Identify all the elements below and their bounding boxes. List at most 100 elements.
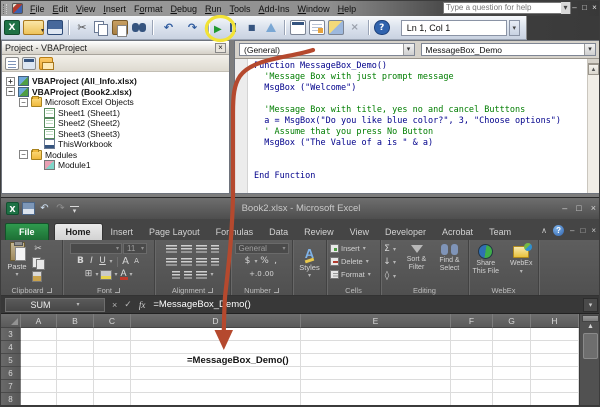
- dialog-launcher-icon[interactable]: [115, 288, 120, 293]
- minimize-workbook-button[interactable]: –: [570, 226, 574, 236]
- cell-H7[interactable]: [531, 380, 579, 393]
- menu-file[interactable]: File: [26, 3, 49, 15]
- cell-E8[interactable]: [301, 393, 451, 405]
- align-center-icon[interactable]: [181, 258, 192, 266]
- cell-D6[interactable]: [131, 367, 301, 380]
- collapse-icon[interactable]: −: [19, 150, 28, 159]
- cell-D3[interactable]: [131, 328, 301, 341]
- cell-D5[interactable]: =MessageBox_Demo(): [131, 354, 301, 367]
- borders-button[interactable]: ⊞: [83, 269, 93, 280]
- format-painter-icon[interactable]: [32, 271, 42, 282]
- cell-F4[interactable]: [451, 341, 493, 354]
- cell-E6[interactable]: [301, 367, 451, 380]
- view-code-icon[interactable]: [5, 57, 19, 70]
- menu-format[interactable]: Format: [130, 3, 167, 15]
- row-header-8[interactable]: 8: [1, 393, 21, 405]
- cancel-icon[interactable]: ×: [112, 300, 117, 310]
- redo-icon[interactable]: ↷: [182, 20, 203, 35]
- qat-undo-icon[interactable]: ↶: [38, 202, 51, 215]
- column-header-d[interactable]: D: [131, 314, 301, 328]
- dialog-launcher-icon[interactable]: [208, 288, 213, 293]
- project-explorer-icon[interactable]: [290, 20, 306, 35]
- run-button[interactable]: ▶: [214, 19, 225, 37]
- clear-icon[interactable]: ◊: [382, 271, 392, 282]
- insert-function-icon[interactable]: fx: [139, 300, 146, 310]
- menu-view[interactable]: View: [72, 3, 99, 15]
- tab-file[interactable]: File: [5, 223, 49, 240]
- cell-B5[interactable]: [57, 354, 94, 367]
- menu-run[interactable]: Run: [201, 3, 226, 15]
- close-button[interactable]: ×: [591, 202, 596, 214]
- undo-icon[interactable]: ↶: [158, 20, 179, 35]
- qat-redo-icon[interactable]: ↷: [54, 202, 67, 215]
- collapse-icon[interactable]: −: [6, 87, 15, 96]
- cell-C8[interactable]: [94, 393, 131, 405]
- increase-decimal-button[interactable]: +.0: [249, 269, 262, 280]
- cell-B7[interactable]: [57, 380, 94, 393]
- menu-edit[interactable]: Edit: [49, 3, 73, 15]
- minimize-button[interactable]: –: [562, 202, 567, 214]
- percent-style-button[interactable]: %: [260, 256, 270, 267]
- maximize-button[interactable]: □: [576, 202, 581, 214]
- row-header-6[interactable]: 6: [1, 367, 21, 380]
- cell-B4[interactable]: [57, 341, 94, 354]
- italic-button[interactable]: I: [86, 256, 96, 267]
- tree-item[interactable]: Sheet3 (Sheet3): [2, 129, 229, 140]
- grow-font-button[interactable]: A: [121, 256, 131, 267]
- column-header-e[interactable]: E: [301, 314, 451, 328]
- comma-style-button[interactable]: ,: [271, 256, 281, 267]
- copy-icon[interactable]: [32, 257, 44, 268]
- tab-developer[interactable]: Developer: [377, 224, 434, 240]
- view-object-icon[interactable]: [22, 57, 36, 70]
- underline-button[interactable]: U: [97, 256, 107, 267]
- align-top-icon[interactable]: [166, 245, 177, 253]
- row-header-5[interactable]: 5: [1, 354, 21, 367]
- cell-B6[interactable]: [57, 367, 94, 380]
- restore-workbook-button[interactable]: □: [580, 226, 585, 236]
- chevron-down-icon[interactable]: ▾: [403, 44, 414, 55]
- autosum-icon[interactable]: Σ: [382, 244, 392, 255]
- object-browser-icon[interactable]: [328, 20, 344, 35]
- cell-A4[interactable]: [21, 341, 57, 354]
- cell-F5[interactable]: [451, 354, 493, 367]
- accounting-format-button[interactable]: $: [242, 256, 252, 267]
- menu-insert[interactable]: Insert: [99, 3, 130, 15]
- tab-review[interactable]: Review: [296, 224, 342, 240]
- procedure-dropdown[interactable]: MessageBox_Demo ▾: [421, 43, 597, 56]
- paste-icon[interactable]: [112, 20, 128, 35]
- delete-cells-button[interactable]: Delete ▾: [328, 255, 379, 268]
- cell-C5[interactable]: [94, 354, 131, 367]
- scroll-up-icon[interactable]: ▲: [588, 64, 599, 75]
- align-middle-icon[interactable]: [181, 245, 192, 253]
- tree-item[interactable]: −Modules: [2, 150, 229, 161]
- cell-B3[interactable]: [57, 328, 94, 341]
- menu-window[interactable]: Window: [294, 3, 334, 15]
- align-right-icon[interactable]: [196, 258, 207, 266]
- cell-F7[interactable]: [451, 380, 493, 393]
- insert-userform-icon[interactable]: [23, 20, 44, 35]
- column-header-b[interactable]: B: [57, 314, 94, 328]
- wrap-text-icon[interactable]: [211, 258, 219, 266]
- menu-debug[interactable]: Debug: [166, 3, 201, 15]
- cut-icon[interactable]: ✂: [74, 20, 90, 35]
- chevron-down-icon[interactable]: ▾: [76, 301, 79, 308]
- tree-item[interactable]: −Microsoft Excel Objects: [2, 97, 229, 108]
- minimize-ribbon-icon[interactable]: ∧: [541, 226, 547, 236]
- close-button[interactable]: ×: [590, 2, 599, 13]
- cell-E4[interactable]: [301, 341, 451, 354]
- restore-button[interactable]: □: [580, 2, 589, 13]
- cell-A5[interactable]: [21, 354, 57, 367]
- sort-filter-button[interactable]: Sort & Filter: [400, 242, 433, 284]
- styles-button[interactable]: A Styles ▾: [294, 242, 325, 284]
- save-icon[interactable]: [47, 20, 63, 35]
- collapse-icon[interactable]: −: [19, 98, 28, 107]
- break-icon[interactable]: [225, 20, 241, 35]
- paste-button[interactable]: Paste ▾: [2, 242, 32, 284]
- cell-G5[interactable]: [493, 354, 531, 367]
- decrease-indent-icon[interactable]: [172, 271, 180, 279]
- toggle-folders-icon[interactable]: [39, 57, 53, 70]
- merge-center-icon[interactable]: [196, 271, 207, 279]
- cell-C4[interactable]: [94, 341, 131, 354]
- qat-save-icon[interactable]: [22, 202, 35, 215]
- menu-tools[interactable]: Tools: [226, 3, 255, 15]
